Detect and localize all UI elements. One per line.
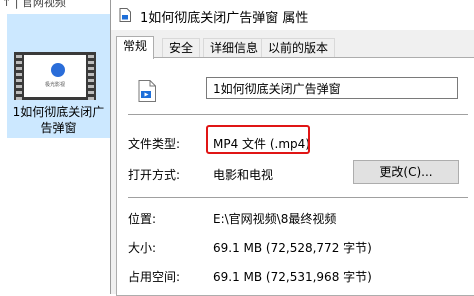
thumbnail-screen: 极光影视 [24,55,86,97]
general-panel: 1如何彻底关闭广告弹窗 文件类型: MP4 文件 (.mp4) 打开方式: 电影… [116,57,474,296]
video-thumbnail[interactable]: 极光影视 [14,52,96,100]
title-bar[interactable]: 1如何彻底关闭广告弹窗 属性 [111,0,474,30]
disk-size-label: 占用空间: [128,270,181,284]
file-type-label: 文件类型: [128,137,181,151]
open-with-label: 打开方式: [128,168,181,182]
file-name-field[interactable]: 1如何彻底关闭广告弹窗 [206,77,458,99]
tab-security[interactable]: 安全 [162,38,201,58]
divider [128,114,468,115]
size-label: 大小: [128,241,157,255]
dialog-title: 1如何彻底关闭广告弹窗 属性 [140,11,309,26]
tab-details[interactable]: 详细信息 [203,38,266,58]
tab-general[interactable]: 常规 [116,36,155,59]
location-label: 位置: [128,212,157,226]
brand-logo-icon [51,63,65,77]
file-tile-label[interactable]: 1如何彻底关闭广告弹窗 [7,104,110,136]
open-with-value: 电影和电视 [213,168,274,182]
brand-logo-text: 极光影视 [44,82,65,88]
properties-dialog: 1如何彻底关闭广告弹窗 属性 常规 安全 详细信息 以前的版本 1如何彻底关闭广… [110,0,474,296]
disk-size-value: 69.1 MB (72,531,968 字节) [213,270,372,284]
highlight-box [206,125,310,154]
location-value: E:\官网视频\8最终视频 [213,212,337,226]
divider [128,197,468,198]
change-button[interactable]: 更改(C)... [353,160,459,184]
video-file-icon [138,80,156,102]
breadcrumb: ↑ | 官网视频 [2,0,66,9]
tab-previous-versions[interactable]: 以前的版本 [261,38,336,58]
video-file-icon [119,8,131,22]
film-strip-left [16,52,22,100]
film-strip-right [88,52,94,100]
size-value: 69.1 MB (72,528,772 字节) [213,241,372,255]
explorer-pane: ↑ | 官网视频 极光影视 1如何彻底关闭广告弹窗 [0,0,110,294]
tab-bar: 常规 安全 详细信息 以前的版本 [116,36,474,59]
